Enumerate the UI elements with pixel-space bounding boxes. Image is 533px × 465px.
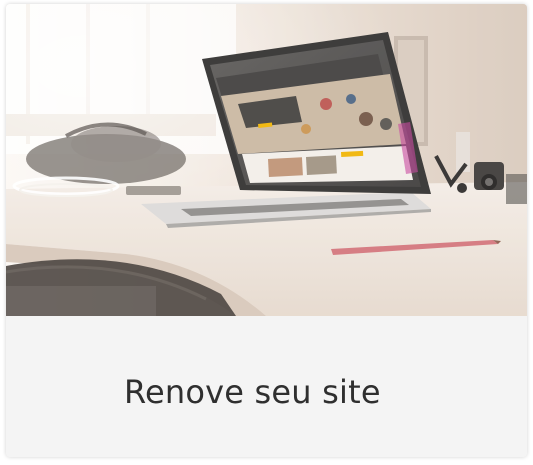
card-photo [6, 4, 527, 316]
laptop-desk-illustration [6, 4, 527, 316]
card-title[interactable]: Renove seu site [124, 373, 381, 411]
card-caption: Renove seu site [6, 316, 527, 457]
service-card[interactable]: Renove seu site [6, 4, 527, 457]
